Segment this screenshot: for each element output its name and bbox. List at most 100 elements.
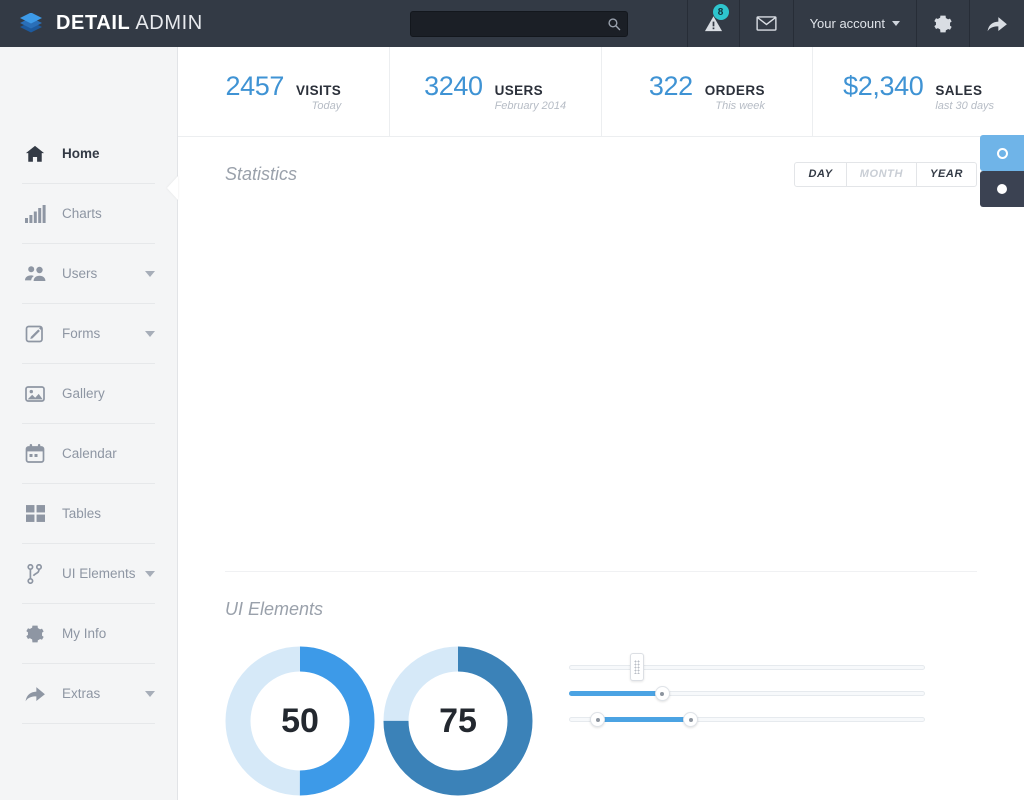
dial-group: 50 75 [225,646,533,796]
dial-value: 75 [439,701,477,740]
sidebar-item-my-info[interactable]: My Info [22,604,155,664]
stat-value: 2457 [225,71,285,101]
stat-label: SALES [935,83,983,98]
search-input[interactable] [410,10,628,37]
sidebar-item-label: My Info [62,626,107,641]
stat-sublabel: This week [715,100,765,112]
stat-value: 322 [648,71,693,101]
dial-knob[interactable]: 75 [383,646,533,796]
active-page-pointer [167,176,178,200]
stat-label: USERS [494,83,544,98]
alerts-badge: 8 [712,4,729,20]
chevron-down-icon[interactable] [145,690,155,697]
sidebar-item-label: Charts [62,206,102,221]
slider-handle[interactable] [654,686,670,701]
sidebar-item-label: Extras [62,686,101,701]
sidebar-item-label: Gallery [62,386,105,401]
grid-icon [22,505,48,522]
ui-elements-title: UI Elements [225,598,324,619]
grip-icon [633,660,640,674]
gear-icon [22,624,48,644]
messages-button[interactable] [738,0,793,47]
ring-icon [996,147,1008,159]
slider-fill [597,717,691,722]
image-icon [22,385,48,403]
account-menu[interactable]: Your account [792,0,916,47]
users-icon [24,266,45,281]
alerts-button[interactable]: 8 [686,0,739,47]
top-bar: DETAIL ADMIN 8 Your account [0,0,1024,47]
slider-track[interactable] [569,665,925,670]
range-button-day[interactable]: DAY [794,161,847,187]
gear-icon [26,625,44,642]
brand-name-light: ADMIN [135,12,203,34]
bar-chart-icon [22,204,48,223]
slider-fill [569,691,662,696]
code-branch-icon [22,563,48,584]
sidebar-item-calendar[interactable]: Calendar [22,424,155,484]
dial-knob[interactable]: 50 [225,646,375,796]
stat-card: 2457 VISITS Today [178,47,390,136]
sidebar-item-charts[interactable]: Charts [22,184,155,244]
calendar-icon [22,444,48,463]
calendar-icon [25,444,45,463]
sidebar: Home Charts Users Forms Gallery Calendar… [0,47,178,800]
home-icon [22,144,48,164]
stat-value: 3240 [424,71,483,101]
slider[interactable] [569,680,925,706]
code-branch-icon [27,563,43,584]
ui-elements-row: 50 75 [178,646,1024,796]
edit-pencil-icon [25,325,43,342]
slider-group [569,646,925,732]
bar-chart-icon [24,204,46,223]
settings-button[interactable] [916,0,969,47]
sidebar-item-label: Home [62,146,100,161]
sidebar-item-users[interactable]: Users [22,244,155,304]
side-tab-ring[interactable] [980,135,1024,171]
image-icon [25,385,45,402]
chevron-down-icon[interactable] [145,330,155,337]
sidebar-item-gallery[interactable]: Gallery [22,364,155,424]
ui-elements-header: UI Elements [225,572,977,646]
sidebar-item-ui-elements[interactable]: UI Elements [22,544,155,604]
stat-label: VISITS [296,83,342,98]
side-tab-dot[interactable] [980,171,1024,207]
slider-handle-end[interactable] [683,712,699,727]
home-icon [25,145,45,162]
ui-elements-section: UI Elements [178,572,1024,646]
slider[interactable] [569,653,925,681]
page-title: Statistics [225,163,298,184]
sidebar-item-label: Calendar [62,446,117,461]
slider-handle-start[interactable] [590,712,606,727]
stat-label: ORDERS [704,83,765,98]
edit-pencil-icon [22,324,48,344]
sidebar-item-extras[interactable]: Extras [22,664,155,724]
main-content: 2457 VISITS Today 3240 USERS February 20… [178,47,1024,800]
side-tabs [980,135,1024,207]
share-arrow-icon [987,16,1007,31]
sidebar-item-tables[interactable]: Tables [22,484,155,544]
stat-card: 322 ORDERS This week [602,47,814,136]
range-button-year[interactable]: YEAR [916,161,977,187]
account-label: Your account [809,16,885,31]
chevron-down-icon[interactable] [145,570,155,577]
slider-handle[interactable] [629,653,644,681]
brand-name-bold: DETAIL [56,12,131,34]
range-button-month[interactable]: MONTH [845,161,918,187]
chevron-down-icon[interactable] [145,270,155,277]
sidebar-item-home[interactable]: Home [22,124,155,184]
sidebar-item-label: Tables [62,506,102,521]
statistics-chart-area [225,211,977,571]
sidebar-item-label: Forms [62,326,101,341]
stat-sublabel: Today [311,100,342,112]
brand-text: DETAIL ADMIN [56,12,203,35]
range-slider[interactable] [569,706,925,732]
logout-button[interactable] [969,0,1024,47]
brand[interactable]: DETAIL ADMIN [0,11,410,37]
sidebar-item-forms[interactable]: Forms [22,304,155,364]
share-arrow-icon [25,686,45,701]
stat-sublabel: February 2014 [494,100,567,112]
sidebar-item-label: UI Elements [62,566,136,581]
grid-icon [25,505,45,522]
envelope-icon [756,16,777,31]
